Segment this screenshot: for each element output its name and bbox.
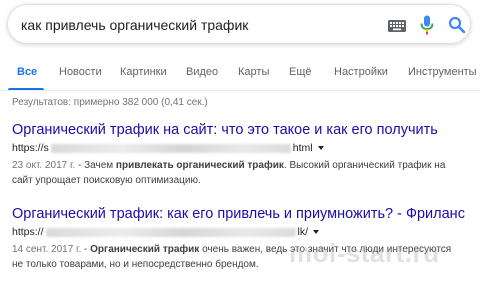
result-stats: Результатов: примерно 382 000 (0,41 сек.…: [12, 97, 208, 108]
search-tabs: Все Новости Картинки Видео Карты Ещё Нас…: [0, 55, 480, 91]
result-url-end: lk/: [297, 226, 309, 238]
result-title-link[interactable]: Органический трафик: как его привлечь и …: [12, 206, 472, 222]
result-url-start: https://: [12, 226, 44, 238]
result-date: 14 сент. 2017 г.: [12, 244, 82, 255]
snippet-text: -: [81, 244, 91, 255]
tab-all[interactable]: Все: [17, 66, 37, 78]
search-box[interactable]: как привлечь органический трафик: [7, 4, 471, 44]
result-url-start: https://s: [12, 142, 49, 154]
snippet-text: - Зачем: [75, 160, 116, 171]
search-icon[interactable]: [448, 16, 466, 39]
url-menu-caret-icon[interactable]: [317, 146, 324, 151]
snippet-highlight: Органический трафик: [90, 244, 200, 255]
blurred-url-segment: [45, 227, 296, 237]
url-menu-caret-icon[interactable]: [313, 230, 320, 235]
result-url[interactable]: https://s html: [12, 142, 472, 154]
tab-news[interactable]: Новости: [59, 66, 102, 78]
tabs-divider: [0, 90, 480, 91]
tab-tools[interactable]: Инструменты: [408, 66, 477, 78]
watermark: moi-start.ru: [289, 238, 440, 268]
microphone-icon[interactable]: [420, 15, 434, 40]
result-url[interactable]: https:// lk/: [12, 226, 472, 238]
result-snippet: 23 окт. 2017 г. - Зачем привлекать орган…: [12, 158, 462, 188]
search-input[interactable]: как привлечь органический трафик: [21, 17, 248, 33]
tab-more[interactable]: Ещё: [289, 66, 312, 78]
tab-video[interactable]: Видео: [186, 66, 218, 78]
tab-maps[interactable]: Карты: [238, 66, 269, 78]
result-url-end: html: [292, 142, 313, 154]
result-title-link[interactable]: Органический трафик на сайт: что это так…: [12, 122, 472, 138]
search-result: Органический трафик на сайт: что это так…: [12, 122, 472, 188]
tab-images[interactable]: Картинки: [120, 66, 167, 78]
tab-settings[interactable]: Настройки: [334, 66, 388, 78]
keyboard-icon[interactable]: [388, 19, 406, 37]
snippet-highlight: привлекать органический трафик: [115, 160, 284, 171]
blurred-url-segment: [50, 143, 291, 153]
result-date: 23 окт. 2017 г.: [12, 160, 76, 171]
